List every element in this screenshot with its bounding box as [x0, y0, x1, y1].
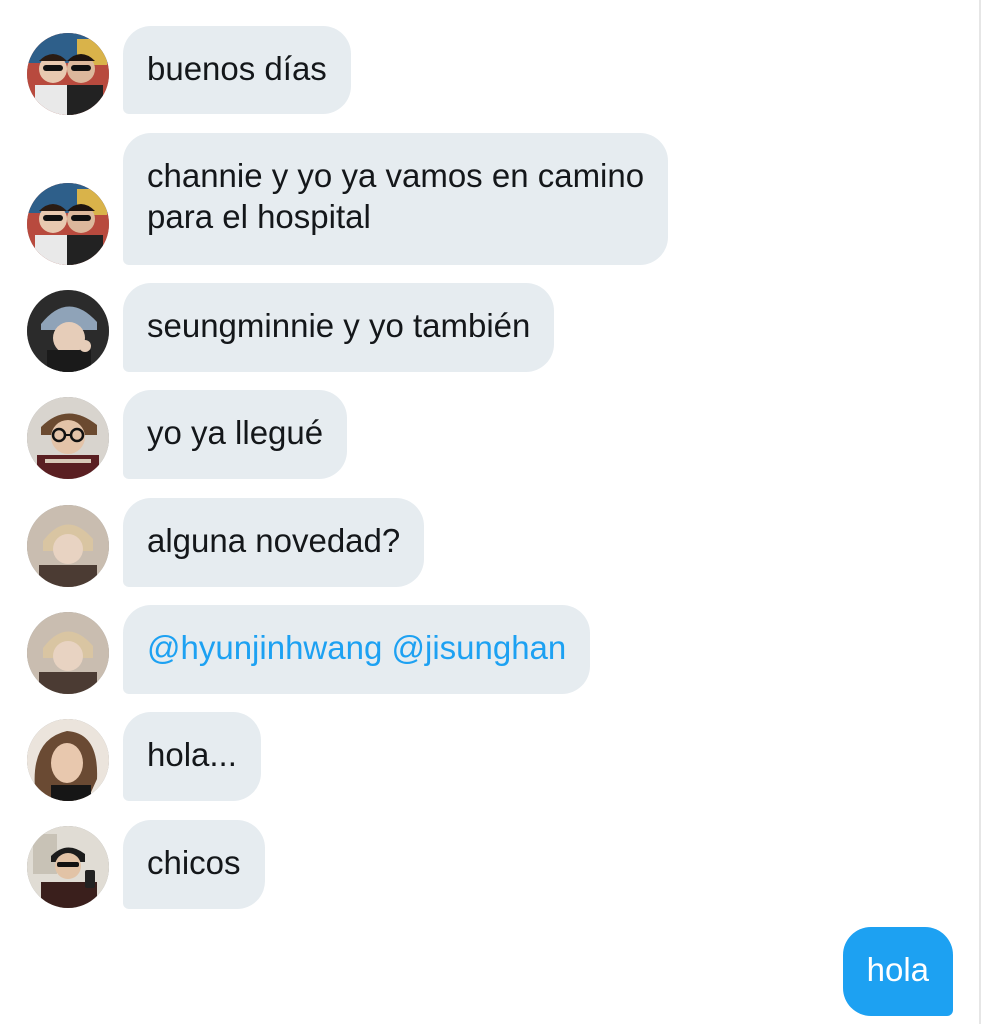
message-bubble[interactable]: buenos días	[123, 26, 351, 114]
avatar[interactable]	[27, 612, 109, 694]
avatar-mirror-selfie-icon	[27, 826, 109, 908]
avatar[interactable]	[27, 505, 109, 587]
avatar-glasses-scarf-icon	[27, 397, 109, 479]
message-bubble[interactable]: channie y yo ya vamos en camino para el …	[123, 133, 669, 265]
avatar-duo-sunglasses-icon	[27, 33, 109, 115]
avatar-blond-icon	[27, 505, 109, 587]
avatar[interactable]	[27, 33, 109, 115]
message-bubble[interactable]: seungminnie y yo también	[123, 283, 555, 372]
message-bubble-outgoing[interactable]: hola	[842, 927, 953, 1016]
avatar[interactable]	[27, 826, 109, 908]
avatar-beanie-icon	[27, 290, 109, 372]
avatar-long-hair-icon	[27, 719, 109, 801]
dm-conversation: { "messages": [ {"sender_avatar": "avata…	[0, 0, 981, 1024]
message-bubble[interactable]: chicos	[123, 820, 265, 909]
message-bubble-mention[interactable]: @hyunjinhwang @jisunghan	[123, 605, 591, 694]
avatar[interactable]	[27, 397, 109, 479]
message-bubble[interactable]: alguna novedad?	[123, 498, 425, 587]
avatar-duo-sunglasses-icon	[27, 183, 109, 265]
avatar[interactable]	[27, 719, 109, 801]
avatar[interactable]	[27, 290, 109, 372]
avatar-blond-icon	[27, 612, 109, 694]
avatar[interactable]	[27, 183, 109, 265]
message-bubble[interactable]: hola...	[123, 712, 261, 801]
message-bubble[interactable]: yo ya llegué	[123, 390, 348, 479]
